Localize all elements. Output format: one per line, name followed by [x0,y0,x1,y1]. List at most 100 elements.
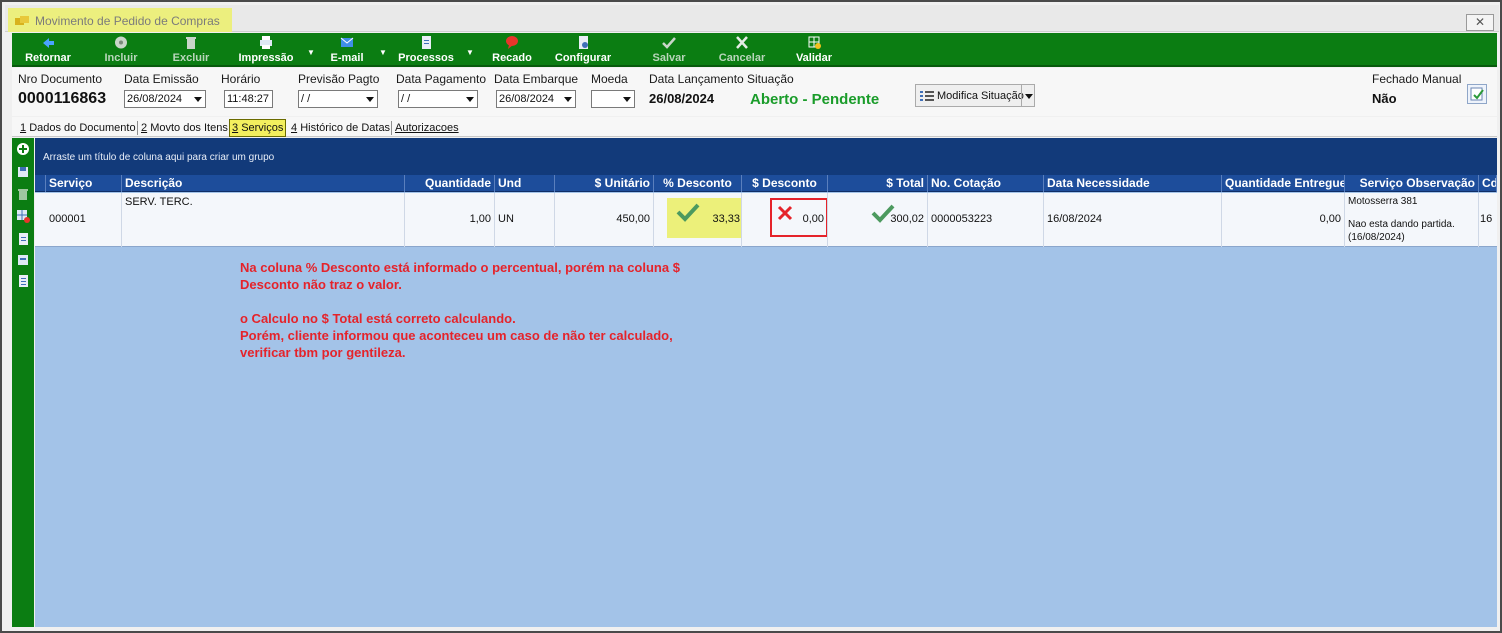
tab-servicos[interactable]: 3 Serviços [229,119,287,137]
annotation-line: o Calculo no $ Total está correto calcul… [240,311,516,326]
document-list-icon[interactable] [16,274,30,288]
table-row[interactable]: 000001 SERV. TERC. 1,00 UN 450,00 33,33 … [35,193,1497,247]
annotation-line: verificar tbm por gentileza. [240,345,406,360]
excluir-label: Excluir [172,52,210,64]
data-emissao-combo[interactable]: 26/08/2024 [124,90,206,108]
data-lancamento-label: Data Lançamento [649,72,744,86]
x-icon [736,36,748,49]
cell-pct-desconto[interactable]: 33,33 [654,193,742,247]
horario-field[interactable]: 11:48:27 [224,90,273,108]
excluir-button[interactable]: Excluir [168,35,214,66]
col-data-necessidade[interactable]: Data Necessidade [1044,175,1222,192]
col-servico-observacao[interactable]: Serviço Observação [1345,175,1479,192]
data-lancamento-value: 26/08/2024 [649,91,715,106]
data-emissao-value: 26/08/2024 [127,93,183,105]
document-icon[interactable] [16,232,30,246]
chevron-down-icon[interactable] [1025,94,1033,99]
data-embarque-label: Data Embarque [494,72,579,86]
situacao-value: Aberto - Pendente [750,91,880,108]
email-dropdown-icon[interactable]: ▼ [379,35,387,66]
list-icon [920,91,934,101]
nro-documento-value: 0000116863 [18,90,107,107]
check-icon [662,37,676,49]
cell-unitario[interactable]: 450,00 [555,193,654,247]
validar-button[interactable]: Validar [790,35,838,66]
column-header-row: Serviço Descrição Quantidade Und $ Unitá… [35,175,1497,192]
recado-button[interactable]: Recado [488,35,536,66]
horario-label: Horário [221,72,261,86]
group-by-area[interactable]: Arraste um título de coluna aqui para cr… [35,138,1497,175]
col-qtd-entregue[interactable]: Quantidade Entregue [1222,175,1345,192]
close-button[interactable]: ✕ [1466,14,1494,31]
impressao-button[interactable]: Impressão [234,35,298,66]
cancelar-button[interactable]: Cancelar [712,35,772,66]
disc-plus-icon [115,36,127,49]
cell-value: 33,33 [712,213,740,225]
configurar-label: Configurar [554,52,612,64]
cell-und[interactable]: UN [495,193,555,247]
col-val-desconto[interactable]: $ Desconto [742,175,828,192]
delete-record-icon[interactable] [16,187,30,201]
cell-value: 0,00 [802,213,824,225]
col-quantidade[interactable]: Quantidade [405,175,495,192]
col-und[interactable]: Und [495,175,555,192]
cell-descricao[interactable]: SERV. TERC. [122,193,405,247]
cell-quantidade[interactable]: 1,00 [405,193,495,247]
cell-total[interactable]: 300,02 [828,193,928,247]
cell-servico[interactable]: 000001 [46,193,122,247]
processos-label: Processos [398,52,454,64]
validar-label: Validar [795,52,833,64]
incluir-button[interactable]: Incluir [98,35,144,66]
chevron-down-icon [466,97,474,102]
impressao-dropdown-icon[interactable]: ▼ [307,35,315,66]
edit-document-icon[interactable] [1467,84,1487,104]
previsao-pagto-combo[interactable]: / / [298,90,378,108]
cell-val-desconto[interactable]: 0,00 [742,193,828,247]
row-indicator-header[interactable] [35,175,46,192]
cell-data-necessidade[interactable]: 16/08/2024 [1044,193,1222,247]
salvar-button[interactable]: Salvar [646,35,692,66]
col-cd[interactable]: Cd [1479,175,1497,192]
email-label: E-mail [330,52,364,64]
cell-value: 450,00 [616,213,650,225]
document-gear-icon [579,36,588,49]
tab-movto-itens[interactable]: 2 Movto dos Itens [139,119,230,137]
col-cotacao[interactable]: No. Cotação [928,175,1044,192]
col-unitario[interactable]: $ Unitário [555,175,654,192]
retornar-button[interactable]: Retornar [20,35,76,66]
add-circle-icon[interactable] [16,142,30,156]
configurar-button[interactable]: Configurar [550,35,616,66]
cell-qtd-entregue[interactable]: 0,00 [1222,193,1345,247]
processos-button[interactable]: Processos [396,35,456,66]
cell-value: 000001 [49,213,86,225]
processos-dropdown-icon[interactable]: ▼ [466,35,474,66]
cell-cotacao[interactable]: 0000053223 [928,193,1044,247]
col-descricao[interactable]: Descrição [122,175,405,192]
app-icon [15,16,29,25]
cell-cd[interactable]: 16 [1479,193,1497,247]
observacao-line: Motosserra 381 [1348,196,1418,207]
moeda-combo[interactable] [591,90,635,108]
tab-historico-datas[interactable]: 4 Histórico de Datas [289,119,392,137]
col-servico[interactable]: Serviço [46,175,122,192]
tab-autorizacoes[interactable]: Autorizacoes [393,119,461,137]
chevron-down-icon [366,97,374,102]
data-embarque-combo[interactable]: 26/08/2024 [496,90,576,108]
horario-value: 11:48:27 [227,93,270,105]
tab-dados-documento[interactable]: 1 Dados do Documento [18,119,138,137]
email-button[interactable]: E-mail [326,35,368,66]
previsao-pagto-value: / / [301,93,311,105]
grid-edit-icon[interactable] [16,209,30,223]
situacao-label: Situação [747,72,794,86]
col-pct-desconto[interactable]: % Desconto [654,175,742,192]
data-embarque-value: 26/08/2024 [499,93,555,105]
cell-servico-observacao[interactable]: Motosserra 381 Nao esta dando partida. (… [1345,193,1479,247]
report-icon[interactable] [16,253,30,267]
col-total[interactable]: $ Total [828,175,928,192]
data-pagamento-combo[interactable]: / / [398,90,478,108]
modifica-situacao-button[interactable]: Modifica Situação [915,84,1035,107]
tab-number: 1 [20,122,27,134]
save-record-icon[interactable] [16,165,30,179]
tab-label: Dados do Documento [29,122,136,134]
tab-number: 2 [141,122,148,134]
